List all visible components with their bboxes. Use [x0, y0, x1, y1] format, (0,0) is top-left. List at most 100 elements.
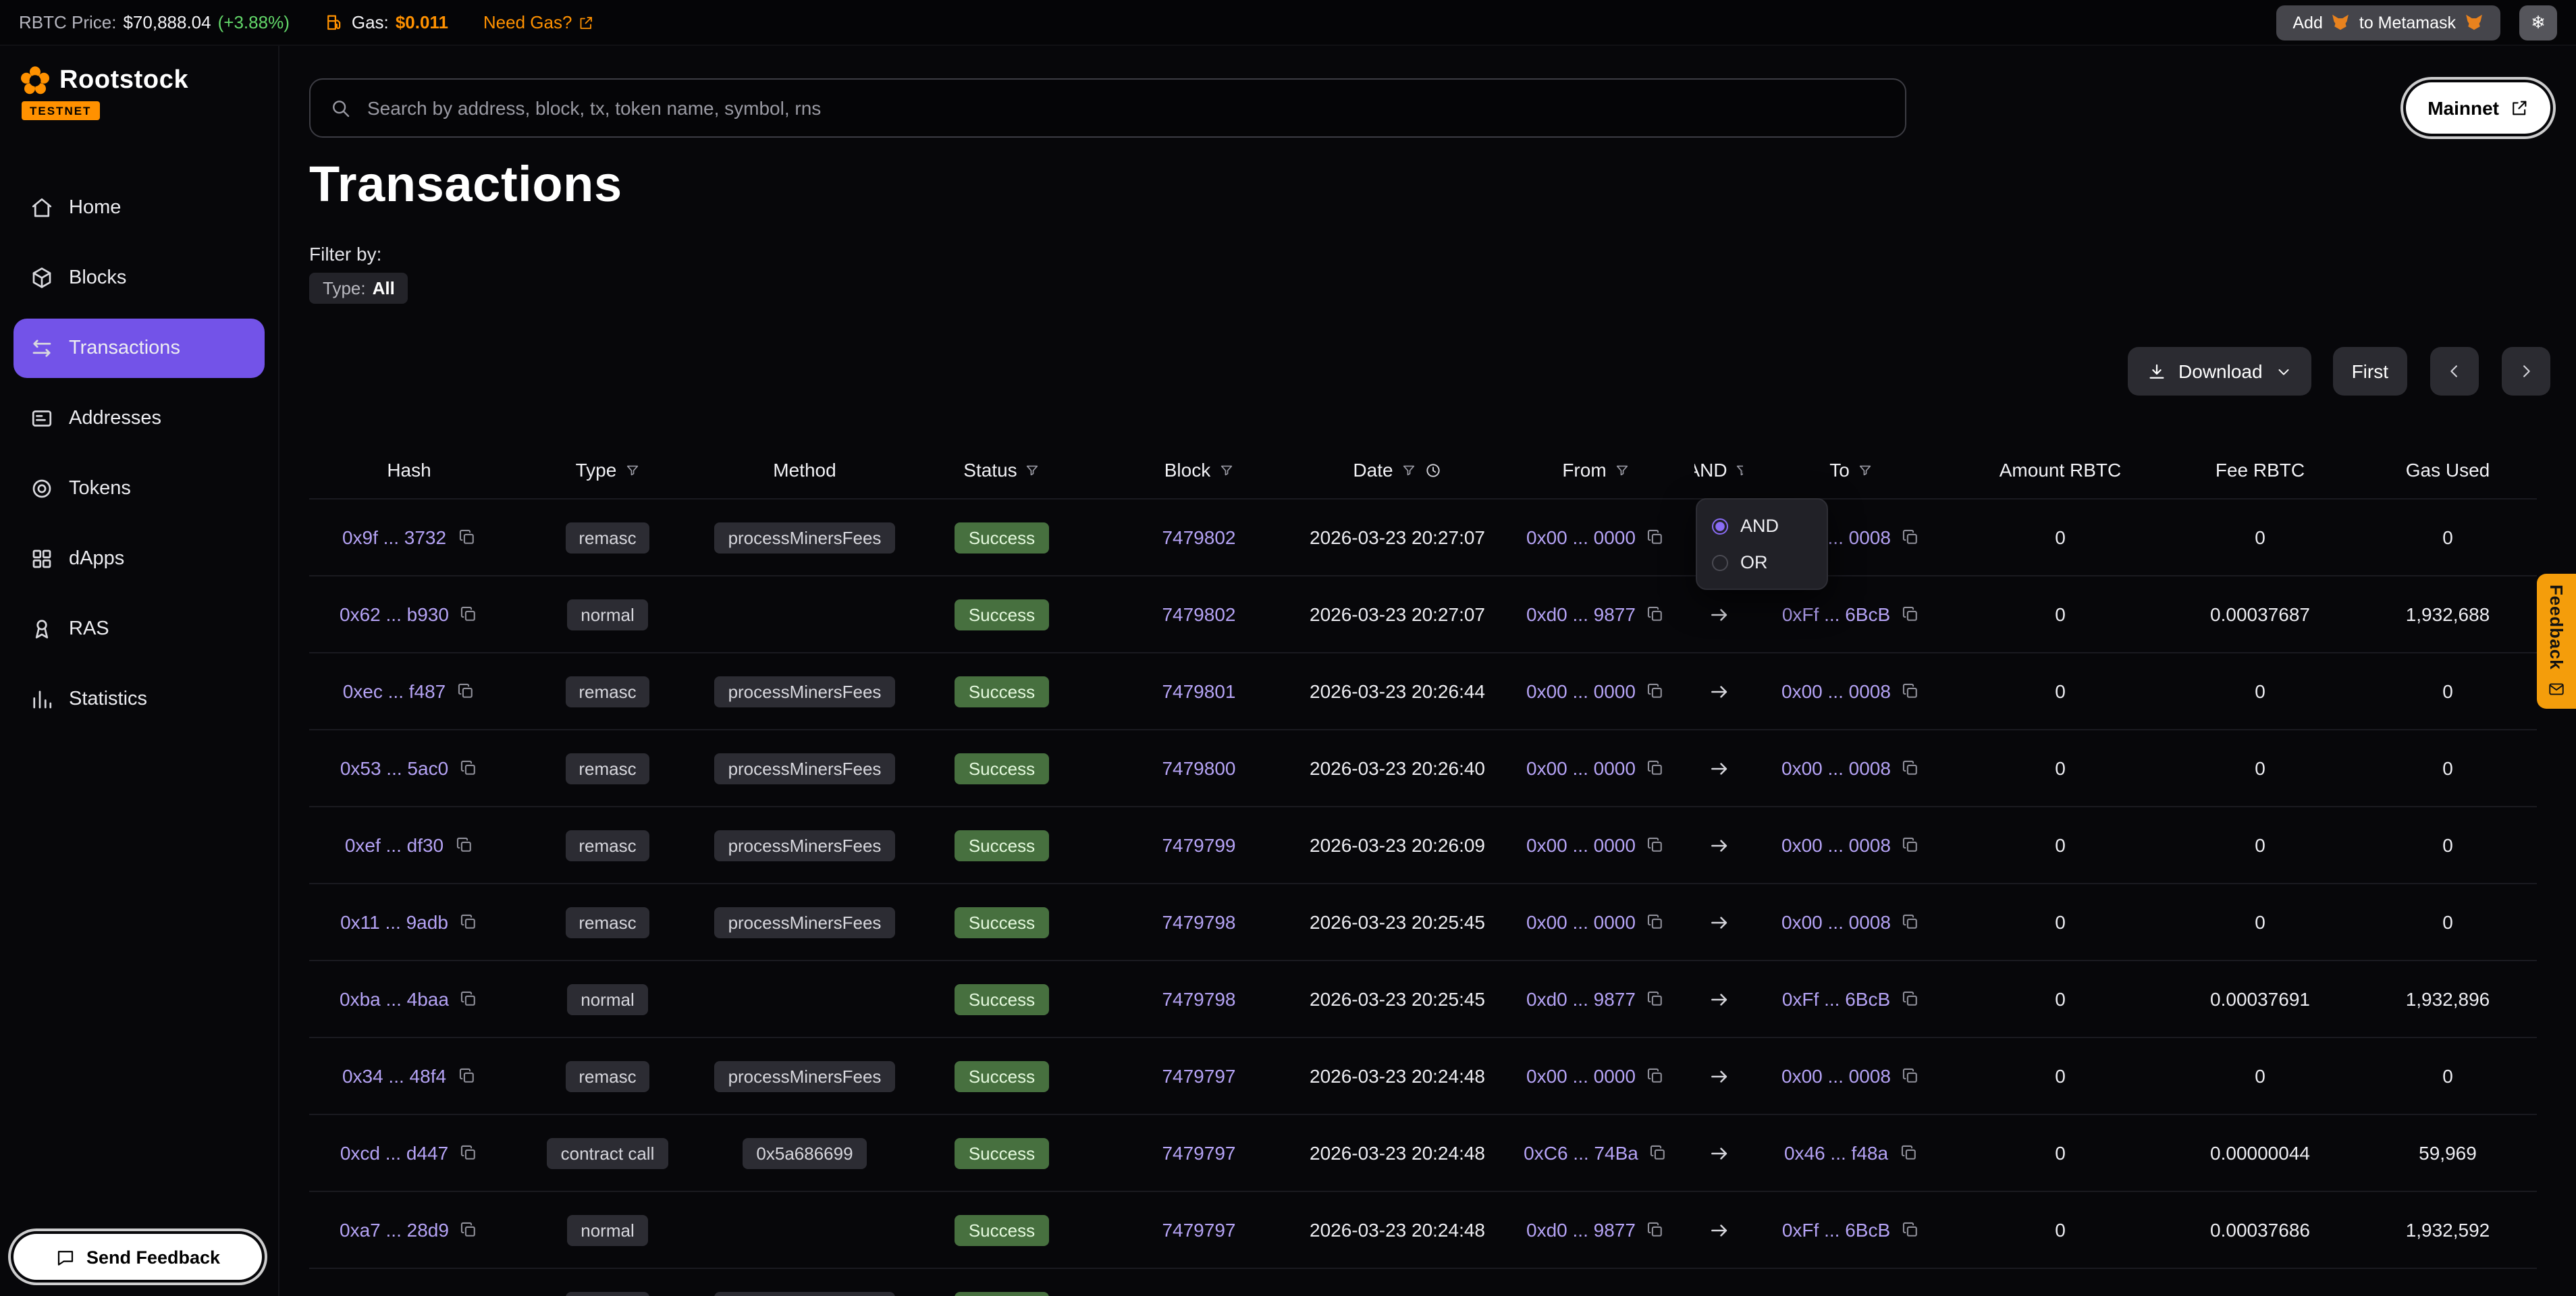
from-address-link[interactable]: 0x00 ... 0000	[1526, 834, 1636, 856]
tx-hash-link[interactable]: 0xa7 ... 28d9	[340, 1219, 449, 1241]
copy-icon[interactable]	[459, 1143, 478, 1162]
clock-icon[interactable]	[1424, 461, 1442, 479]
tx-hash-link[interactable]: 0xec ... f487	[343, 680, 446, 702]
copy-icon[interactable]	[460, 1220, 479, 1239]
feedback-tab[interactable]: Feedback	[2537, 574, 2576, 709]
block-link[interactable]: 7479799	[1162, 834, 1235, 856]
block-link[interactable]: 7479797	[1162, 1219, 1235, 1241]
to-address-link[interactable]: 0x00 ... 0008	[1781, 680, 1891, 702]
sidebar-item-ras[interactable]: RAS	[14, 599, 265, 659]
copy-icon[interactable]	[460, 990, 479, 1008]
copy-icon[interactable]	[454, 836, 473, 855]
from-address-link[interactable]: 0x00 ... 0000	[1526, 757, 1636, 779]
filter-icon[interactable]	[624, 462, 639, 477]
tx-hash-link[interactable]: 0x11 ... 9adb	[340, 911, 448, 933]
from-address-link[interactable]: 0xd0 ... 9877	[1526, 1219, 1636, 1241]
copy-icon[interactable]	[1646, 528, 1665, 547]
block-link[interactable]: 7479798	[1162, 911, 1235, 933]
to-address-link[interactable]: 0x00 ... 0008	[1781, 834, 1891, 856]
dropdown-option-or[interactable]: OR	[1697, 544, 1827, 580]
to-address-link[interactable]: 0xFf ... 6BcB	[1782, 603, 1890, 625]
copy-icon[interactable]	[1901, 990, 1920, 1008]
next-page-button[interactable]	[2502, 347, 2550, 396]
copy-icon[interactable]	[460, 605, 479, 624]
to-address-link[interactable]: 0x46 ... f48a	[1784, 1142, 1888, 1164]
sidebar-item-transactions[interactable]: Transactions	[14, 319, 265, 378]
sidebar-item-addresses[interactable]: Addresses	[14, 389, 265, 448]
first-page-button[interactable]: First	[2333, 347, 2407, 396]
copy-icon[interactable]	[1646, 1220, 1665, 1239]
sidebar-item-statistics[interactable]: Statistics	[14, 670, 265, 729]
radio-unselected-icon[interactable]	[1712, 554, 1728, 570]
from-address-link[interactable]: 0xd0 ... 9877	[1526, 603, 1636, 625]
copy-icon[interactable]	[1646, 836, 1665, 855]
tx-hash-link[interactable]: 0xcd ... d447	[340, 1142, 448, 1164]
tx-hash-link[interactable]: 0x34 ... 48f4	[342, 1065, 446, 1087]
copy-icon[interactable]	[456, 682, 475, 701]
tx-hash-link[interactable]: 0xba ... 4baa	[340, 988, 449, 1010]
copy-icon[interactable]	[1646, 682, 1665, 701]
to-address-link[interactable]: 0x00 ... 0008	[1781, 1065, 1891, 1087]
copy-icon[interactable]	[1646, 913, 1665, 932]
filter-icon[interactable]	[1615, 462, 1630, 477]
copy-icon[interactable]	[1649, 1143, 1668, 1162]
filter-icon[interactable]	[1025, 462, 1040, 477]
snowflake-button[interactable]: ❄	[2519, 5, 2557, 40]
block-link[interactable]: 7479797	[1162, 1142, 1235, 1164]
to-address-link[interactable]: 0xFf ... 6BcB	[1782, 1219, 1890, 1241]
radio-selected-icon[interactable]	[1712, 518, 1728, 534]
tx-hash-link[interactable]: 0xef ... df30	[345, 834, 444, 856]
copy-icon[interactable]	[1646, 759, 1665, 778]
tx-hash-link[interactable]: 0x53 ... 5ac0	[340, 757, 448, 779]
from-address-link[interactable]: 0x00 ... 0000	[1526, 526, 1636, 548]
filter-icon[interactable]	[1401, 462, 1416, 477]
copy-icon[interactable]	[1901, 605, 1920, 624]
copy-icon[interactable]	[1902, 682, 1921, 701]
copy-icon[interactable]	[1902, 759, 1921, 778]
block-link[interactable]: 7479802	[1162, 603, 1235, 625]
from-address-link[interactable]: 0xd0 ... 9877	[1526, 988, 1636, 1010]
previous-page-button[interactable]	[2430, 347, 2479, 396]
copy-icon[interactable]	[1902, 1066, 1921, 1085]
copy-icon[interactable]	[1899, 1143, 1918, 1162]
from-address-link[interactable]: 0x00 ... 0000	[1526, 680, 1636, 702]
tx-hash-link[interactable]: 0x9f ... 3732	[342, 526, 446, 548]
tx-hash-link[interactable]: 0x62 ... b930	[340, 603, 449, 625]
copy-icon[interactable]	[457, 1066, 476, 1085]
copy-icon[interactable]	[1902, 913, 1921, 932]
sidebar-item-dapps[interactable]: dApps	[14, 529, 265, 589]
sidebar-item-home[interactable]: Home	[14, 178, 265, 238]
block-link[interactable]: 7479801	[1162, 680, 1235, 702]
copy-icon[interactable]	[459, 759, 478, 778]
sidebar-item-tokens[interactable]: Tokens	[14, 459, 265, 518]
copy-icon[interactable]	[457, 528, 476, 547]
filter-icon[interactable]	[1858, 462, 1873, 477]
block-link[interactable]: 7479800	[1162, 757, 1235, 779]
type-filter-chip[interactable]: Type: All	[309, 273, 408, 304]
block-link[interactable]: 7479798	[1162, 988, 1235, 1010]
to-address-link[interactable]: 0xFf ... 6BcB	[1782, 988, 1890, 1010]
from-address-link[interactable]: 0x00 ... 0000	[1526, 911, 1636, 933]
filter-icon[interactable]	[1736, 462, 1743, 477]
dropdown-option-and[interactable]: AND	[1697, 508, 1827, 544]
copy-icon[interactable]	[1646, 1066, 1665, 1085]
network-switch-button[interactable]: Mainnet	[2406, 82, 2550, 134]
sidebar-item-blocks[interactable]: Blocks	[14, 248, 265, 308]
to-address-link[interactable]: 0x00 ... 0008	[1781, 757, 1891, 779]
search-input[interactable]	[365, 96, 1886, 120]
copy-icon[interactable]	[1646, 990, 1665, 1008]
copy-icon[interactable]	[1902, 528, 1921, 547]
copy-icon[interactable]	[1646, 605, 1665, 624]
from-address-link[interactable]: 0x00 ... 0000	[1526, 1065, 1636, 1087]
need-gas-link[interactable]: Need Gas?	[483, 12, 594, 32]
send-feedback-button[interactable]: Send Feedback	[14, 1234, 262, 1280]
add-to-metamask-button[interactable]: Add to Metamask	[2276, 5, 2500, 40]
copy-icon[interactable]	[1901, 1220, 1920, 1239]
rootstock-logo[interactable]: Rootstock	[14, 65, 265, 97]
download-button[interactable]: Download	[2127, 347, 2311, 396]
filter-icon[interactable]	[1218, 462, 1233, 477]
to-address-link[interactable]: 0x00 ... 0008	[1781, 911, 1891, 933]
from-address-link[interactable]: 0xC6 ... 74Ba	[1524, 1142, 1638, 1164]
block-link[interactable]: 7479797	[1162, 1065, 1235, 1087]
copy-icon[interactable]	[459, 913, 478, 932]
